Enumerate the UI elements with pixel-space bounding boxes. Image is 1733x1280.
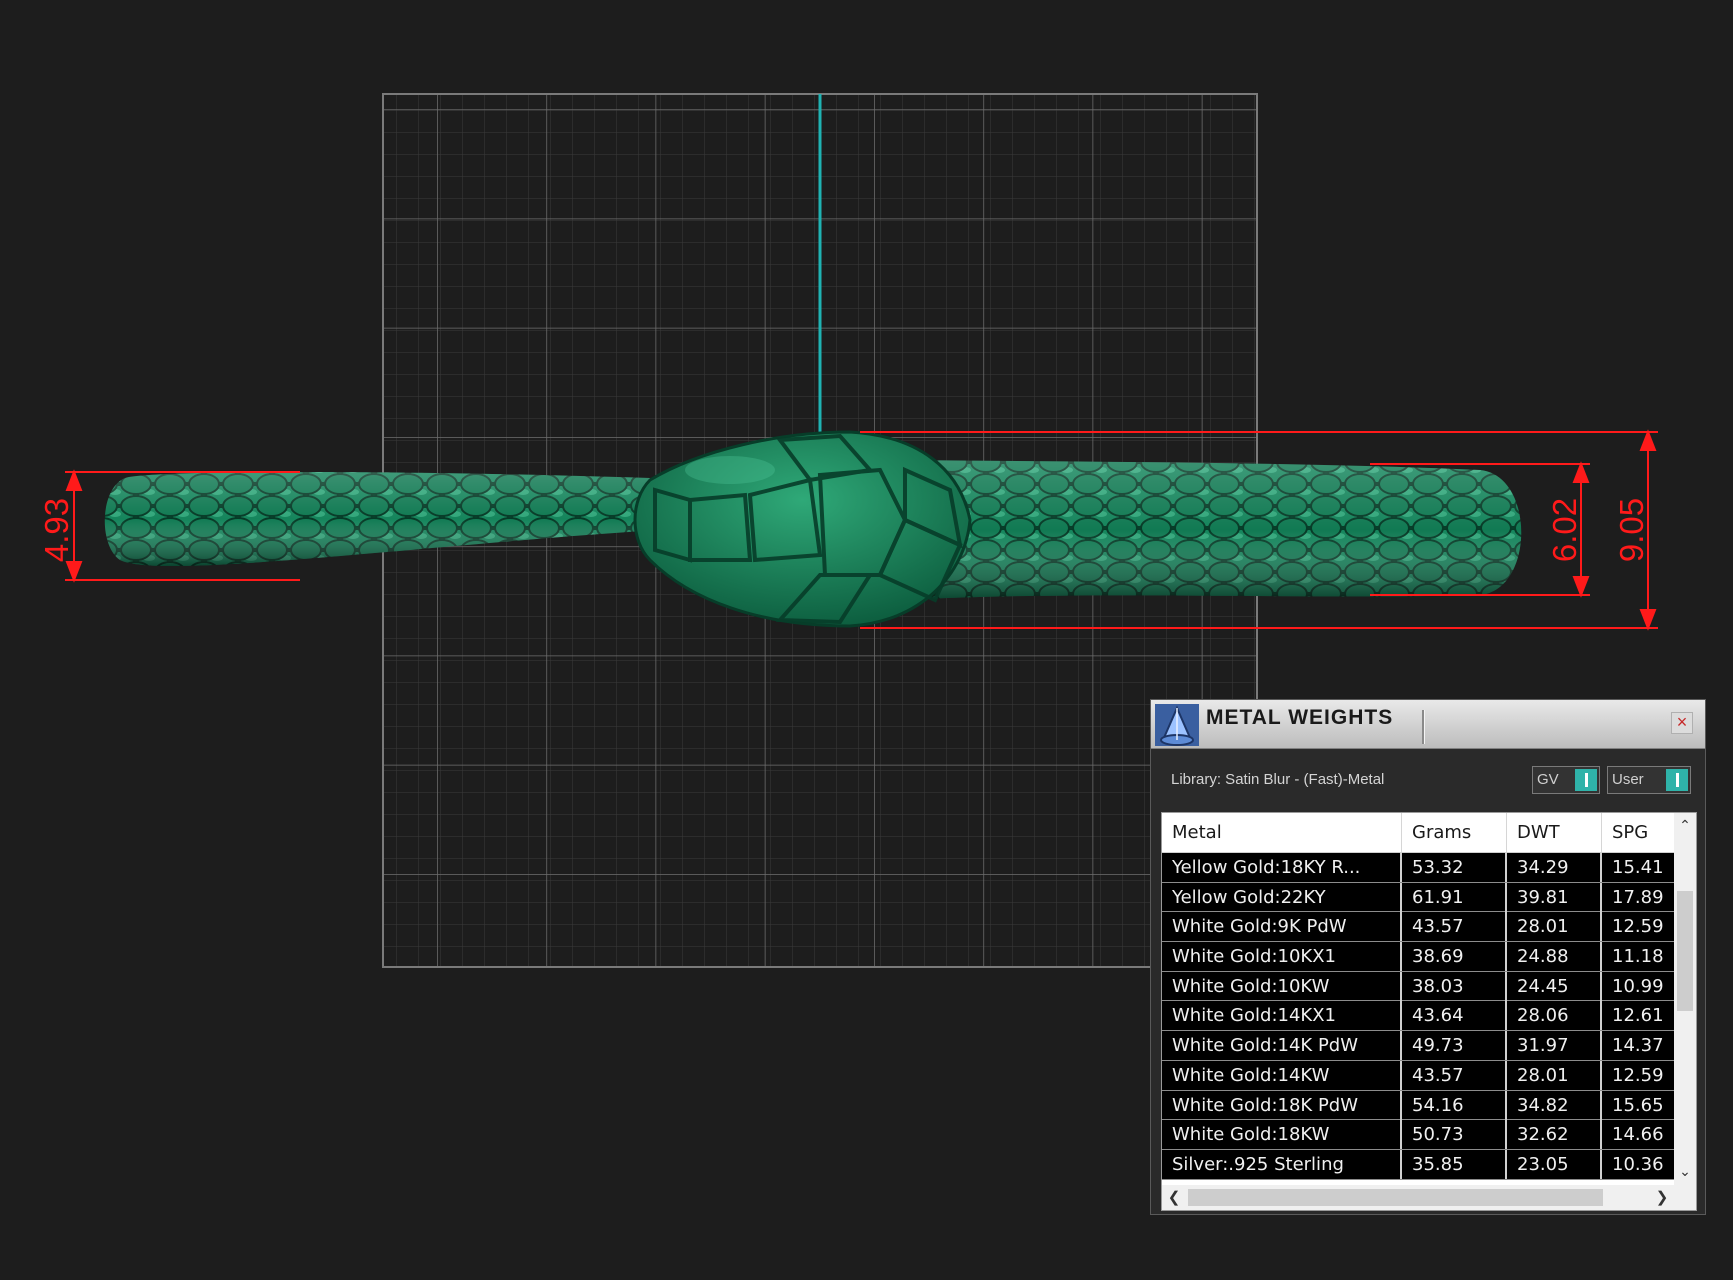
metal-cell: Yellow Gold:18KY R... [1162,853,1402,882]
title-separator [1422,710,1425,744]
right-outer-height-dimension: 9.05 [1613,498,1650,562]
vertical-scrollbar[interactable]: ⌃ ⌄ [1674,813,1696,1185]
dwt-cell: 28.01 [1507,912,1602,942]
table-row[interactable]: White Gold:18KW 50.73 32.62 14.66 [1162,1120,1674,1150]
left-height-dimension: 4.93 [38,498,75,562]
grams-cell: 43.57 [1402,1060,1507,1090]
table-row[interactable]: Silver:.925 Sterling 35.85 23.05 10.36 [1162,1149,1674,1180]
column-header-dwt[interactable]: DWT [1507,813,1602,852]
dwt-cell: 39.81 [1507,882,1602,912]
horizontal-scroll-thumb[interactable] [1188,1189,1603,1206]
grams-cell: 49.73 [1402,1031,1507,1061]
metal-cell: White Gold:18K PdW [1162,1090,1402,1120]
metal-cell: Yellow Gold:22KY [1162,882,1402,912]
table-row[interactable]: White Gold:9K PdW 43.57 28.01 12.59 [1162,912,1674,943]
metal-cell: White Gold:10KX1 [1162,942,1402,972]
table-row[interactable]: Yellow Gold:18KY R... 53.32 34.29 15.41 [1162,853,1674,883]
table-row[interactable]: White Gold:14KX1 43.64 28.06 12.61 [1162,1001,1674,1032]
metal-cell: White Gold:18KW [1162,1120,1402,1150]
grams-cell: 35.85 [1402,1149,1507,1179]
grams-cell: 38.69 [1402,942,1507,972]
spg-cell: 10.99 [1612,975,1664,997]
dwt-cell: 23.05 [1507,1149,1602,1179]
metal-weights-panel: METAL WEIGHTS × Library: Satin Blur - (F… [1150,699,1706,1215]
dwt-cell: 24.88 [1507,942,1602,972]
table-row[interactable]: White Gold:18K PdW 54.16 34.82 15.65 [1162,1090,1674,1121]
column-header-metal[interactable]: Metal [1162,813,1402,852]
table-header: Metal Grams DWT SPG [1162,813,1674,853]
scroll-up-icon[interactable]: ⌃ [1674,813,1696,837]
user-toggle-switch[interactable] [1666,769,1688,791]
spg-cell: 10.36 [1612,1153,1664,1175]
panel-header[interactable]: METAL WEIGHTS × [1151,700,1705,749]
grams-cell: 43.64 [1402,1001,1507,1031]
spg-cell: 11.18 [1612,946,1664,968]
scroll-down-icon[interactable]: ⌄ [1674,1159,1696,1183]
snake-ring-model[interactable] [104,430,1522,628]
gv-toggle-label: GV [1537,771,1559,788]
spg-cell: 14.37 [1612,1035,1664,1057]
gv-toggle-switch[interactable] [1575,769,1597,791]
grams-cell: 54.16 [1402,1090,1507,1120]
metal-weights-table[interactable]: Metal Grams DWT SPG Yellow Gold:18KY R..… [1161,812,1697,1211]
library-label: Library: Satin Blur - (Fast)-Metal [1171,771,1385,788]
metal-cell: White Gold:10KW [1162,971,1402,1001]
panel-title: METAL WEIGHTS [1206,706,1394,729]
dwt-cell: 28.01 [1507,1060,1602,1090]
grams-cell: 61.91 [1402,882,1507,912]
dwt-cell: 31.97 [1507,1031,1602,1061]
spg-cell: 15.41 [1612,857,1664,878]
user-toggle-label: User [1612,771,1644,788]
metal-cell: White Gold:14K PdW [1162,1031,1402,1061]
vertical-scroll-thumb[interactable] [1677,891,1693,1011]
table-row[interactable]: White Gold:14KW 43.57 28.01 12.59 [1162,1060,1674,1091]
table-row[interactable]: White Gold:14K PdW 49.73 31.97 14.37 [1162,1031,1674,1061]
table-body: Yellow Gold:18KY R... 53.32 34.29 15.41 Yel… [1162,853,1674,1180]
horizontal-scrollbar[interactable]: ❮ ❯ [1162,1185,1696,1210]
spg-cell: 12.59 [1612,916,1664,938]
grams-cell: 43.57 [1402,912,1507,942]
metal-cell: Silver:.925 Sterling [1162,1149,1402,1179]
spg-cell: 12.61 [1612,1005,1664,1027]
dwt-cell: 34.82 [1507,1090,1602,1120]
dwt-cell: 32.62 [1507,1120,1602,1150]
dwt-cell: 24.45 [1507,971,1602,1001]
metal-cell: White Gold:9K PdW [1162,912,1402,942]
dwt-cell: 28.06 [1507,1001,1602,1031]
right-inner-height-dimension: 6.02 [1546,498,1583,562]
grams-cell: 50.73 [1402,1120,1507,1150]
grams-cell: 38.03 [1402,971,1507,1001]
metal-cell: White Gold:14KW [1162,1060,1402,1090]
dwt-cell: 34.29 [1507,853,1602,882]
scroll-right-icon[interactable]: ❯ [1650,1185,1674,1210]
column-header-grams[interactable]: Grams [1402,813,1507,852]
spg-cell: 15.65 [1612,1094,1664,1116]
table-row[interactable]: Yellow Gold:22KY 61.91 39.81 17.89 [1162,882,1674,913]
grams-cell: 53.32 [1402,853,1507,882]
spg-cell: 12.59 [1612,1064,1664,1086]
metal-cell: White Gold:14KX1 [1162,1001,1402,1031]
table-row[interactable]: White Gold:10KW 38.03 24.45 10.99 [1162,971,1674,1002]
table-row[interactable]: White Gold:10KX1 38.69 24.88 11.18 [1162,942,1674,972]
gv-toggle[interactable]: GV [1532,766,1600,794]
scroll-left-icon[interactable]: ❮ [1162,1185,1186,1210]
close-button[interactable]: × [1671,712,1693,734]
user-toggle[interactable]: User [1607,766,1691,794]
spg-cell: 17.89 [1612,886,1664,908]
pendant-gem-icon [1155,704,1199,746]
column-header-spg[interactable]: SPG [1602,813,1674,852]
spg-cell: 14.66 [1612,1124,1664,1146]
